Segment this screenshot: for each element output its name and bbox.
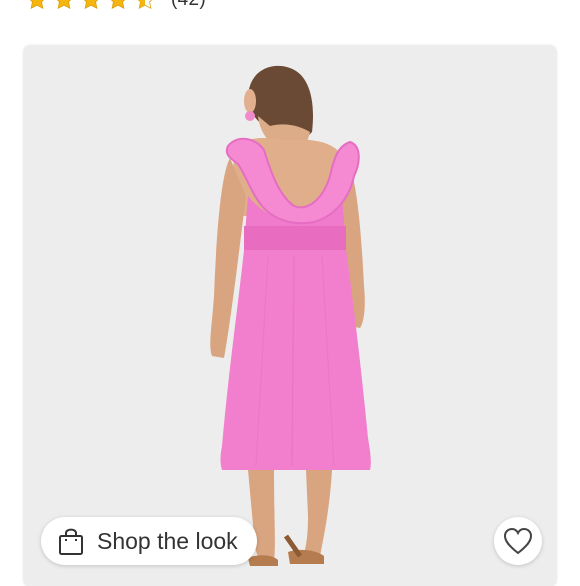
star-icon [56, 0, 72, 10]
half-star-icon [137, 0, 153, 10]
product-image[interactable] [24, 46, 556, 586]
star-icon [110, 0, 126, 10]
shop-the-look-label: Shop the look [97, 527, 238, 554]
heart-icon [503, 527, 533, 555]
review-count[interactable]: (42) [171, 0, 206, 11]
product-rating[interactable]: (42) [26, 0, 206, 12]
shop-the-look-button[interactable]: Shop the look [41, 517, 257, 565]
favorite-button[interactable] [494, 517, 542, 565]
star-icon [29, 0, 45, 10]
product-image-card[interactable] [24, 46, 556, 586]
shopping-bag-icon [59, 528, 83, 555]
star-icon [83, 0, 99, 10]
